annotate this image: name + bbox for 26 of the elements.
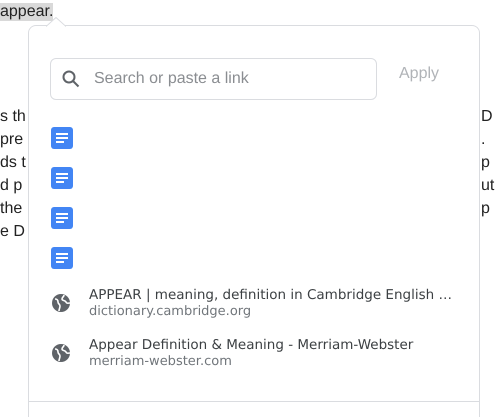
text-fragment: e D [0,222,25,242]
text-fragment: p [481,199,491,219]
text-fragment: d p [0,176,22,196]
search-icon [62,70,80,88]
text-fragment: ds t [0,153,26,173]
document-icon [51,207,73,229]
text-fragment: pre [0,130,24,150]
result-title: APPEAR | meaning, definition in Cambridge English … [89,286,452,304]
text-fragment: the [0,199,22,219]
globe-icon [51,293,71,313]
result-url: merriam-webster.com [89,354,233,370]
text-fragment: D [481,107,494,127]
result-title: Appear Definition & Meaning - Merriam-Webster [89,336,414,354]
text-fragment: . [481,130,486,150]
globe-icon [51,343,71,363]
text-fragment: ut [481,176,496,196]
text-fragment: p [481,153,491,173]
link-suggestion[interactable]: Appear Definition & Meaning - Merriam-Webster merriam-webster.com [89,336,414,370]
search-field[interactable]: Search or paste a link [50,58,377,100]
link-suggestion[interactable]: APPEAR | meaning, definition in Cambridge English … dictionary.cambridge.org [89,286,452,320]
document-icon [51,247,73,269]
text-fragment: s th [0,107,26,127]
document-icon [51,127,73,149]
document-icon [51,167,73,189]
selected-word: appear. [0,3,54,21]
result-url: dictionary.cambridge.org [89,304,252,320]
